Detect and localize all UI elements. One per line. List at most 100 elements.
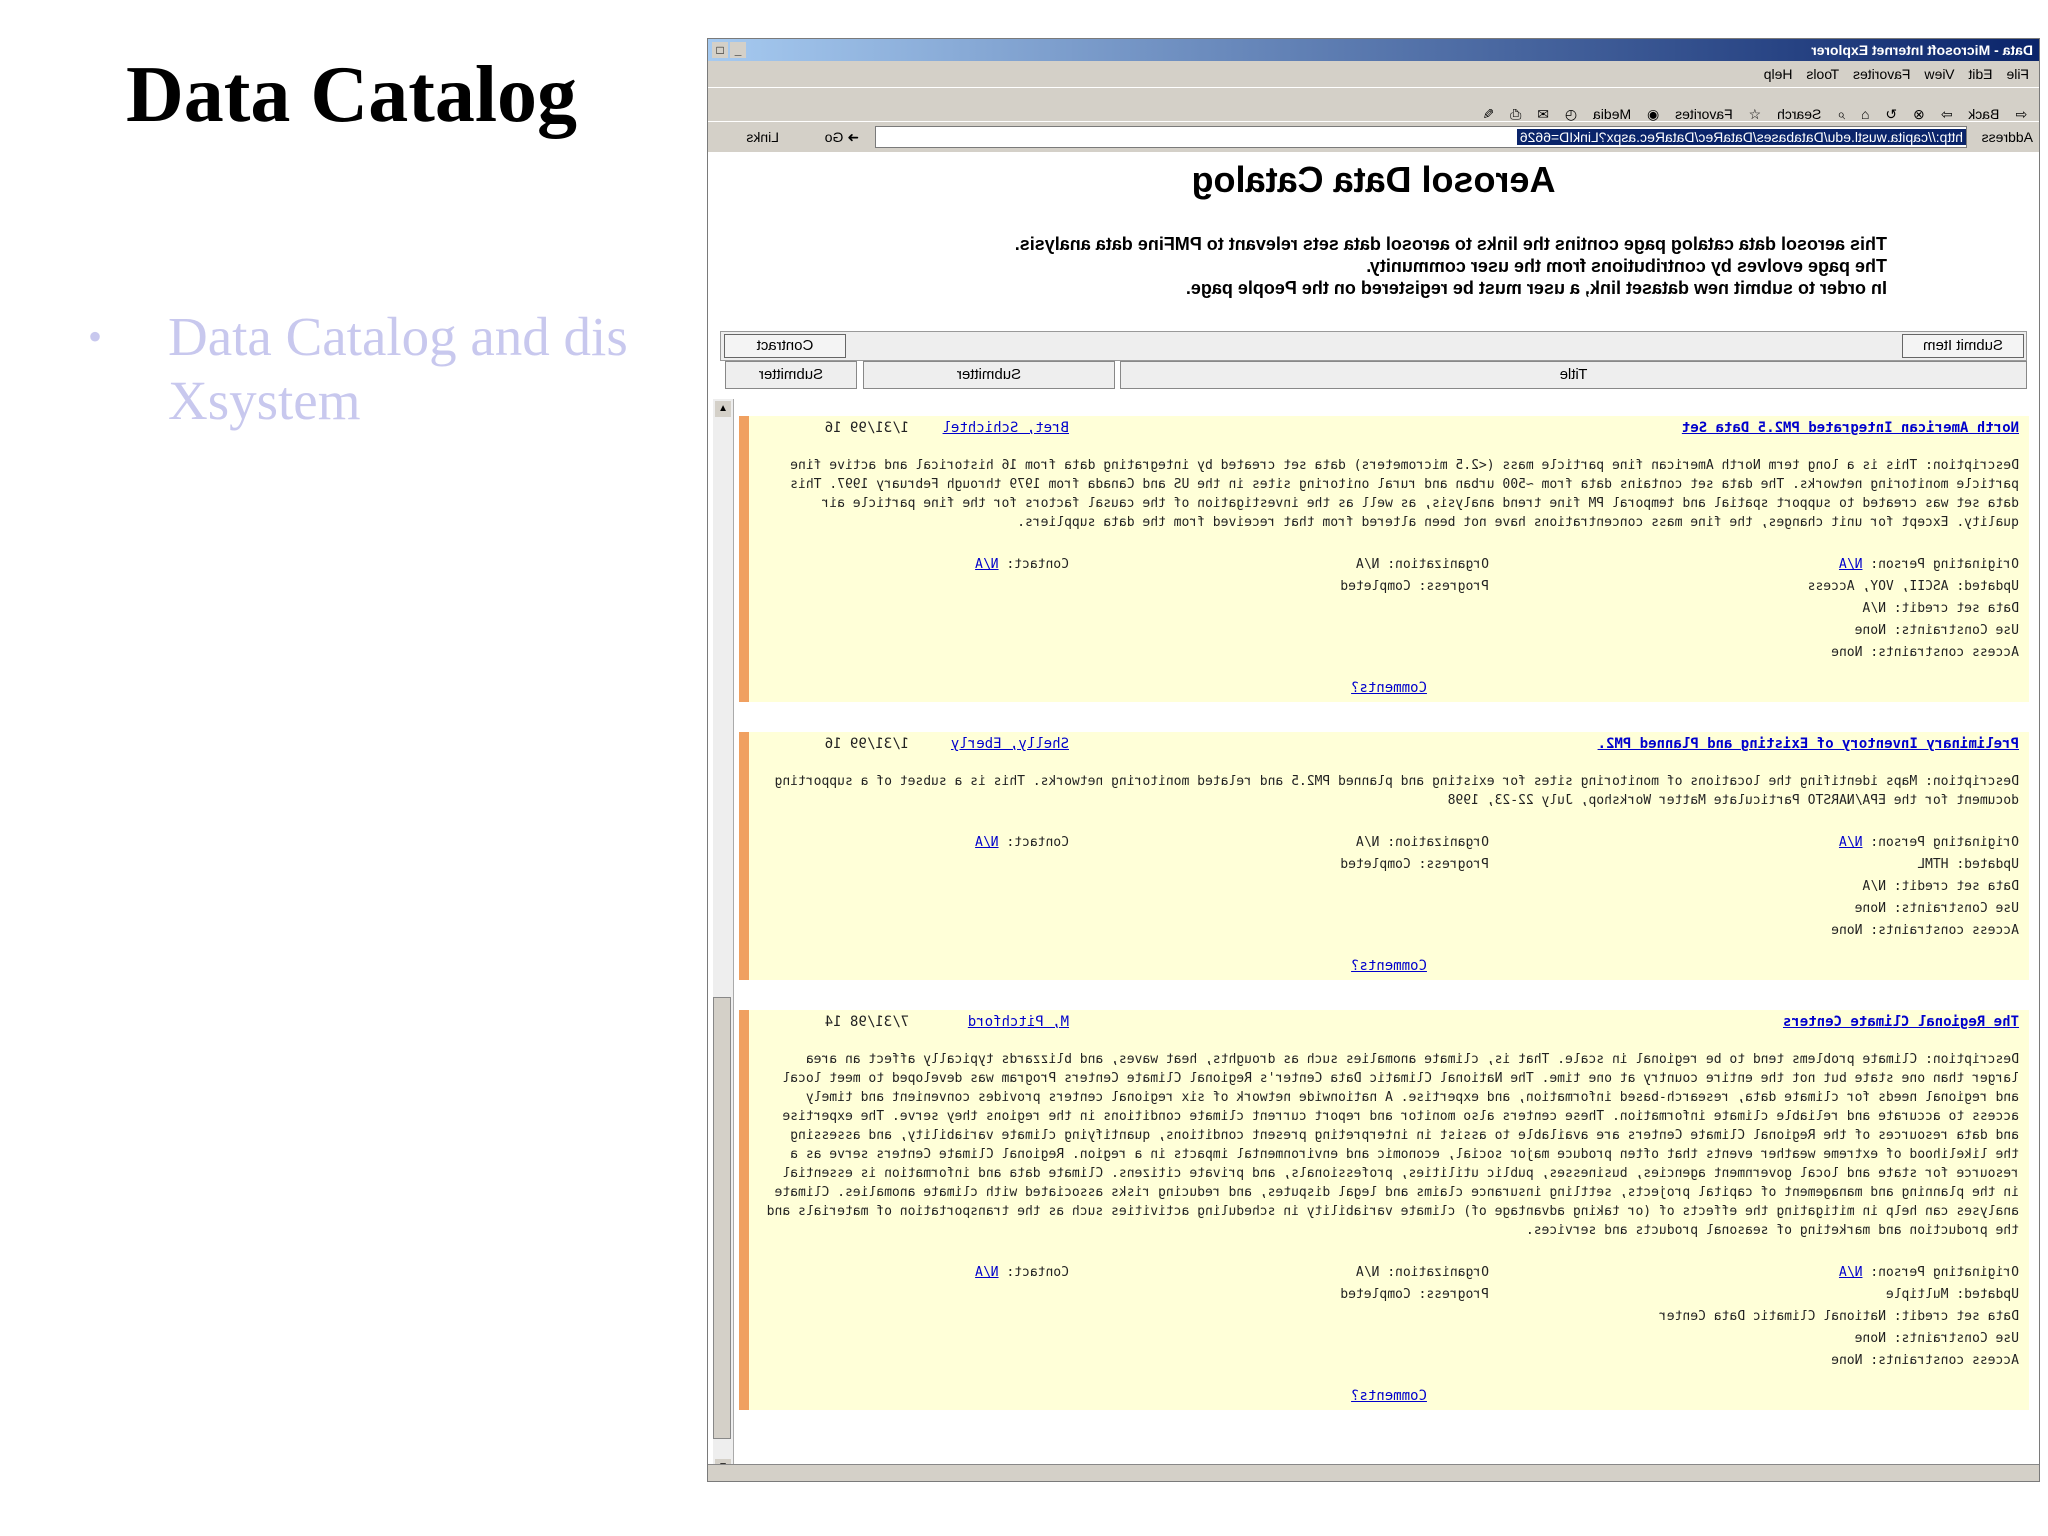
record-title-link[interactable]: The Regional Climate Centers xyxy=(1783,1014,2019,1030)
menu-edit[interactable]: Edit xyxy=(1968,66,1992,82)
record-progress: Progress: Completed xyxy=(1340,857,1489,872)
search-button[interactable]: ⌕ Search xyxy=(1777,97,1845,123)
window-title: Data - Microsoft Internet Explorer xyxy=(1811,42,2033,58)
record-access-constraints: Access constraints: None xyxy=(1831,923,2019,938)
record-meta-left: Originating Person: N/A Updated: Multipl… xyxy=(1659,1262,2019,1372)
record-organization: Organization: N/A xyxy=(1355,557,1489,572)
menu-help[interactable]: Help xyxy=(1764,66,1793,82)
comments-link[interactable]: Comments? xyxy=(749,664,2029,702)
record-title-link[interactable]: Preliminary Inventory of Existing and Pl… xyxy=(1598,736,2019,752)
column-headers: Title Submitter Submitter xyxy=(722,361,2027,389)
contact-link[interactable]: N/A xyxy=(975,835,998,850)
scroll-up-icon[interactable]: ▲ xyxy=(715,401,731,417)
record-description: Description: This is a long term North A… xyxy=(790,458,2019,530)
intro-text: This aerosol data catalog page contins t… xyxy=(1015,233,1887,299)
record-meta: Originating Person: N/A Updated: ASCII, … xyxy=(749,554,2029,664)
media-button[interactable]: ◉ Media xyxy=(1593,97,1659,123)
record-contact: Contact: N/A xyxy=(975,554,1069,576)
record-meta-middle: Organization: N/A Progress: Completed xyxy=(1340,554,1489,598)
contact-link[interactable]: N/A xyxy=(975,557,998,572)
record-date: 7/31/98 14 xyxy=(824,1014,909,1030)
record-header: The Regional Climate Centers M, Pitchfor… xyxy=(749,1010,2029,1050)
record-date: 1/31/99 16 xyxy=(824,736,909,752)
record-contact: Contact: N/A xyxy=(975,832,1069,854)
record-submitter-link[interactable]: Bret, Schichtel xyxy=(943,420,1069,436)
originating-person: Originating Person: N/A xyxy=(1659,1262,2019,1284)
record-submitter-link[interactable]: Shelly, Eberly xyxy=(951,736,1069,752)
record-meta-middle: Organization: N/A Progress: Completed xyxy=(1340,832,1489,876)
favorites-button[interactable]: ☆ Favorites xyxy=(1675,97,1761,123)
address-url: http://capita.wustl.edu/Databases/DataRe… xyxy=(1516,129,1966,145)
menu-favorites[interactable]: Favorites xyxy=(1853,66,1911,82)
browser-toolbar: ⇦ Back ⇨ ⊗ ↻ ⌂ ⌕ Search ☆ Favorites ◉ Me… xyxy=(708,87,2039,122)
record-progress: Progress: Completed xyxy=(1340,1287,1489,1302)
maximize-icon[interactable]: □ xyxy=(712,42,728,58)
slide-bullet: • Data Catalog and dis Xsystem xyxy=(88,305,638,445)
record-progress: Progress: Completed xyxy=(1340,579,1489,594)
scroll-thumb[interactable] xyxy=(713,997,731,1439)
record-header: Preliminary Inventory of Existing and Pl… xyxy=(749,732,2029,772)
record-date: 1/31/99 16 xyxy=(824,420,909,436)
record-use-constraints: Use Constraints: None xyxy=(1854,1331,2019,1346)
comments-link[interactable]: Comments? xyxy=(749,1372,2029,1410)
address-input[interactable]: http://capita.wustl.edu/Databases/DataRe… xyxy=(875,126,1967,148)
record-credit: Data set credit: National Climatic Data … xyxy=(1658,1309,2019,1324)
record-meta-middle: Organization: N/A Progress: Completed xyxy=(1340,1262,1489,1306)
bullet-text: Data Catalog and dis Xsystem xyxy=(168,305,628,433)
vertical-scrollbar[interactable]: ▲ ▼ xyxy=(713,399,734,1477)
contact-label: Contact: xyxy=(1006,1265,1069,1280)
records-list: North American Integrated PM2.5 Data Set… xyxy=(739,416,2029,1440)
menu-tools[interactable]: Tools xyxy=(1806,66,1839,82)
back-button[interactable]: ⇦ Back xyxy=(1968,97,2027,123)
bullet-line-2: Xsystem xyxy=(168,370,361,431)
record-updated: Updated: Multiple xyxy=(1885,1287,2019,1302)
column-submitter[interactable]: Submitter xyxy=(863,361,1115,389)
record-access-constraints: Access constraints: None xyxy=(1831,645,2019,660)
record-credit: Data set credit: N/A xyxy=(1862,879,2019,894)
originating-person-link[interactable]: N/A xyxy=(1839,835,1862,850)
links-button[interactable]: Links xyxy=(746,129,779,145)
record-organization: Organization: N/A xyxy=(1355,835,1489,850)
originating-person-label: Originating Person: xyxy=(1870,1265,2019,1280)
record-meta-right: Contact: N/A xyxy=(975,1262,1069,1284)
originating-person: Originating Person: N/A xyxy=(1831,832,2019,854)
record-item: North American Integrated PM2.5 Data Set… xyxy=(739,416,2029,702)
home-icon[interactable]: ⌂ xyxy=(1861,106,1869,122)
bullet-dot: • xyxy=(88,314,103,359)
contact-button[interactable]: Contract xyxy=(724,334,846,358)
column-submitter-2[interactable]: Submitter xyxy=(725,361,857,389)
action-row: Submit Item Contract xyxy=(720,331,2027,361)
contact-label: Contact: xyxy=(1006,557,1069,572)
page-heading: Aerosol Data Catalog xyxy=(1191,159,1556,200)
intro-line-2: The page evolves by contributions from t… xyxy=(1366,256,1887,276)
media-label: Media xyxy=(1592,106,1632,122)
window-controls: _□ xyxy=(712,41,748,58)
record-meta-right: Contact: N/A xyxy=(975,832,1069,854)
minimize-icon[interactable]: _ xyxy=(730,42,746,58)
go-label: Go xyxy=(824,129,844,145)
intro-line-3: In order to submit new dataset link, a u… xyxy=(1185,278,1887,298)
status-bar xyxy=(708,1464,2039,1481)
menu-file[interactable]: File xyxy=(2006,66,2029,82)
search-label: Search xyxy=(1777,106,1822,122)
contact-link[interactable]: N/A xyxy=(975,1265,998,1280)
originating-person-link[interactable]: N/A xyxy=(1839,1265,1862,1280)
record-title-link[interactable]: North American Integrated PM2.5 Data Set xyxy=(1682,420,2019,436)
menu-view[interactable]: View xyxy=(1924,66,1954,82)
comments-link[interactable]: Comments? xyxy=(749,942,2029,980)
slide-title: Data Catalog xyxy=(126,51,578,139)
originating-person-label: Originating Person: xyxy=(1870,835,2019,850)
record-item: Preliminary Inventory of Existing and Pl… xyxy=(739,732,2029,980)
originating-person-link[interactable]: N/A xyxy=(1839,557,1862,572)
browser-window: Data - Microsoft Internet Explorer _□ Fi… xyxy=(707,38,2040,1482)
submit-item-button[interactable]: Submit Item xyxy=(1902,334,2024,358)
record-description: Description: Maps identifing the locatio… xyxy=(774,774,2019,808)
record-submitter-link[interactable]: M, Pitchford xyxy=(968,1014,1069,1030)
record-updated: Updated: ASCII, VOY, Access xyxy=(1807,579,2019,594)
column-title[interactable]: Title xyxy=(1120,361,2027,389)
record-credit: Data set credit: N/A xyxy=(1862,601,2019,616)
record-meta-right: Contact: N/A xyxy=(975,554,1069,576)
contact-label: Contact: xyxy=(1006,835,1069,850)
go-button[interactable]: ➜ Go xyxy=(825,129,859,146)
back-label: Back xyxy=(1968,106,2000,122)
